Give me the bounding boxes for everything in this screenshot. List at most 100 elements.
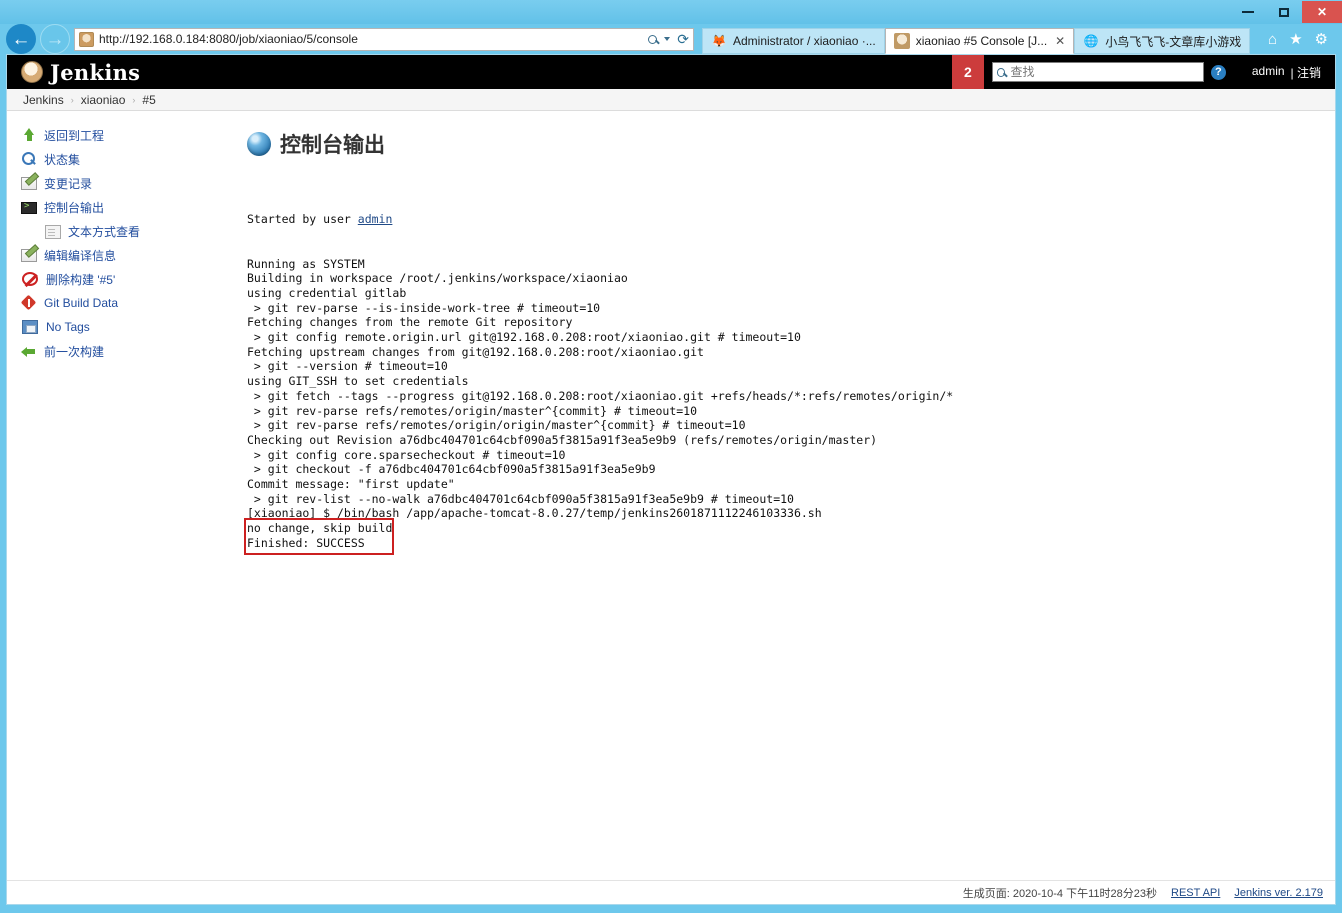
console-line: > git config remote.origin.url git@192.1… xyxy=(247,330,801,345)
jenkins-butler-icon xyxy=(21,61,43,83)
address-bar-tools: ⟳ xyxy=(648,31,689,48)
browser-toolbar-icons: ⌂ ★ ⚙ xyxy=(1268,30,1338,49)
sidebar-item-edit-build-information[interactable]: 编辑编译信息 xyxy=(21,243,247,267)
console-line: > git config core.sparsecheckout # timeo… xyxy=(247,447,566,462)
home-icon[interactable]: ⌂ xyxy=(1268,31,1277,48)
sidebar-item-label: 控制台输出 xyxy=(44,200,105,215)
jenkins-icon xyxy=(893,33,910,49)
jenkins-title: Jenkins xyxy=(50,59,141,85)
build-queue-badge[interactable]: 2 xyxy=(951,55,984,89)
sidebar-item-label: 返回到工程 xyxy=(44,128,105,143)
browser-tab-game[interactable]: 🌐 小鸟飞飞飞-文章库小游戏 xyxy=(1074,28,1251,54)
console-line: no change, skip build xyxy=(247,521,393,536)
generated-timestamp: 生成页面: 2020-10-4 下午11时28分23秒 xyxy=(962,887,1157,900)
up-arrow-icon xyxy=(21,127,37,143)
document-icon xyxy=(45,224,61,239)
settings-gear-icon[interactable]: ⚙ xyxy=(1315,30,1328,48)
jenkins-header: Jenkins 2 ? admin | 注销 xyxy=(7,55,1335,89)
header-right: 2 ? admin | 注销 xyxy=(951,55,1335,89)
back-button[interactable]: ← xyxy=(6,24,36,54)
browser-tab-administrator[interactable]: 🦊 Administrator / xiaoniao ·... xyxy=(702,28,885,54)
page-footer: 生成页面: 2020-10-4 下午11时28分23秒 REST API Jen… xyxy=(7,880,1335,904)
blue-ball-icon xyxy=(247,132,271,156)
console-line: > git rev-list --no-walk a76dbc404701c64… xyxy=(247,491,794,506)
edit-icon xyxy=(21,177,37,190)
sidebar-item-back-to-project[interactable]: 返回到工程 xyxy=(21,123,247,147)
breadcrumb-item-xiaoniao[interactable]: xiaoniao xyxy=(81,93,126,107)
search-icon xyxy=(21,151,37,167)
sidebar-item-label: 前一次构建 xyxy=(44,344,105,359)
sidebar-item-label: Git Build Data xyxy=(44,296,119,310)
jenkins-logo[interactable]: Jenkins xyxy=(21,60,140,85)
forward-button[interactable]: → xyxy=(40,24,70,54)
sidebar-item-no-tags[interactable]: No Tags xyxy=(21,315,247,339)
tab-label: xiaoniao #5 Console [J... xyxy=(915,34,1048,48)
logout-link[interactable]: | 注销 xyxy=(1291,64,1321,81)
url-text: http://192.168.0.184:8080/job/xiaoniao/5… xyxy=(99,32,358,46)
reload-icon[interactable]: ⟳ xyxy=(677,31,689,48)
breadcrumb-separator: › xyxy=(132,94,136,105)
started-by-prefix: Started by user xyxy=(247,212,358,227)
page-viewport: Jenkins 2 ? admin | 注销 Jenkins › xyxy=(6,54,1336,905)
console-line: Running as SYSTEM xyxy=(247,256,365,271)
console-line: > git rev-parse --is-inside-work-tree # … xyxy=(247,300,601,315)
chevron-down-icon[interactable] xyxy=(664,37,671,41)
close-icon[interactable]: ✕ xyxy=(1055,34,1065,48)
started-by-user-link[interactable]: admin xyxy=(358,212,393,226)
page-title: 控制台输出 xyxy=(247,129,1335,159)
tab-label: Administrator / xiaoniao ·... xyxy=(733,34,876,48)
terminal-icon xyxy=(21,201,37,214)
user-link[interactable]: admin xyxy=(1252,64,1285,81)
page-body: 返回到工程 状态集 变更记录 控制台输出 文本方式查看 xyxy=(7,111,1335,880)
search-icon[interactable] xyxy=(648,34,658,44)
close-button[interactable]: ✕ xyxy=(1302,1,1342,23)
sidebar-item-console-output[interactable]: 控制台输出 xyxy=(21,195,247,219)
maximize-button[interactable] xyxy=(1266,1,1302,23)
sidebar-item-delete-build[interactable]: 删除构建 '#5' xyxy=(21,267,247,291)
search-input[interactable] xyxy=(1008,64,1199,80)
breadcrumb-item-build[interactable]: #5 xyxy=(142,93,155,107)
edit-icon xyxy=(21,249,37,262)
console-line: Building in workspace /root/.jenkins/wor… xyxy=(247,271,628,286)
sidebar-item-previous-build[interactable]: 前一次构建 xyxy=(21,339,247,363)
floppy-icon xyxy=(22,320,38,334)
browser-tab-console[interactable]: xiaoniao #5 Console [J... ✕ xyxy=(884,28,1075,54)
console-line: Fetching upstream changes from git@192.1… xyxy=(247,344,704,359)
console-line-started-by: Started by user admin xyxy=(247,212,1335,227)
console-line: > git --version # timeout=10 xyxy=(247,359,448,374)
console-line: Fetching changes from the remote Git rep… xyxy=(247,315,573,330)
console-line: using GIT_SSH to set credentials xyxy=(247,374,469,389)
user-area: admin | 注销 xyxy=(1252,64,1321,81)
sidebar-item-changes[interactable]: 变更记录 xyxy=(21,171,247,195)
window-title-bar: ✕ xyxy=(0,0,1342,24)
minimize-button[interactable] xyxy=(1230,1,1266,23)
firefox-icon: 🦊 xyxy=(711,34,727,48)
sidebar-item-view-as-plain-text[interactable]: 文本方式查看 xyxy=(21,219,247,243)
tab-label: 小鸟飞飞飞-文章库小游戏 xyxy=(1105,34,1242,49)
ie-icon: 🌐 xyxy=(1083,34,1099,48)
help-icon[interactable]: ? xyxy=(1210,64,1226,80)
sidebar-item-git-build-data[interactable]: Git Build Data xyxy=(21,291,247,315)
console-line: using credential gitlab xyxy=(247,285,407,300)
tab-strip: 🦊 Administrator / xiaoniao ·... xiaoniao… xyxy=(702,24,1251,54)
deny-icon xyxy=(22,272,38,286)
console-line: Finished: SUCCESS xyxy=(247,535,365,550)
sidebar-item-label: 变更记录 xyxy=(44,176,93,191)
breadcrumb-item-jenkins[interactable]: Jenkins xyxy=(23,93,64,107)
address-bar[interactable]: http://192.168.0.184:8080/job/xiaoniao/5… xyxy=(74,27,694,51)
console-line: > git rev-parse refs/remotes/origin/orig… xyxy=(247,418,746,433)
search-box[interactable] xyxy=(991,62,1204,82)
jenkins-version-link[interactable]: Jenkins ver. 2.179 xyxy=(1234,887,1323,899)
console-line: > git checkout -f a76dbc404701c64cbf090a… xyxy=(247,462,656,477)
favorites-icon[interactable]: ★ xyxy=(1289,30,1302,48)
console-line: [xiaoniao] $ /bin/bash /app/apache-tomca… xyxy=(247,506,822,521)
breadcrumb: Jenkins › xiaoniao › #5 xyxy=(7,89,1335,111)
search-area: ? xyxy=(991,62,1226,82)
sidebar-item-label: No Tags xyxy=(46,320,90,334)
sidebar-item-label: 删除构建 '#5' xyxy=(46,272,116,287)
sidebar-item-label: 文本方式查看 xyxy=(68,224,141,239)
console-line: Checking out Revision a76dbc404701c64cbf… xyxy=(247,432,878,447)
rest-api-link[interactable]: REST API xyxy=(1171,887,1220,899)
sidebar-item-status[interactable]: 状态集 xyxy=(21,147,247,171)
site-favicon-icon xyxy=(79,31,94,47)
